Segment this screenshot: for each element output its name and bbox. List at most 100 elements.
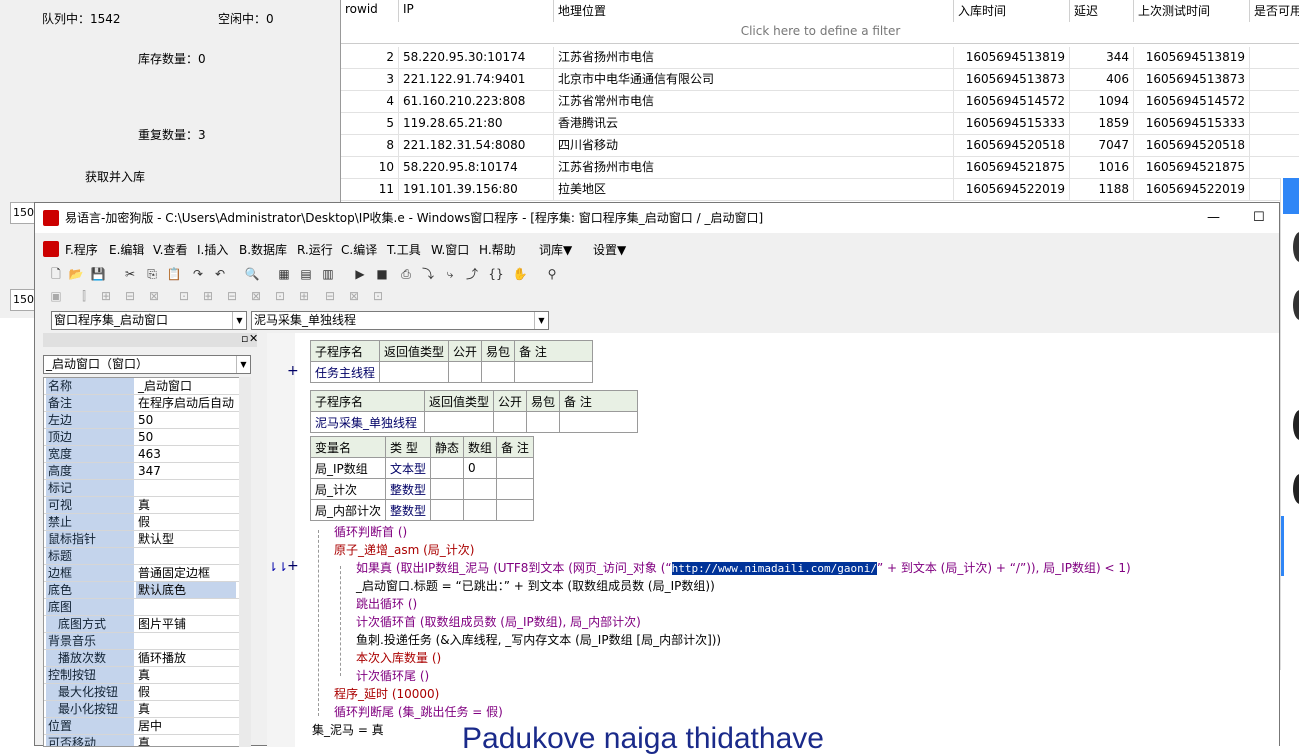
table-row[interactable]: 4 61.160.210.223:808 江苏省常州市电信 1605694514572… (341, 91, 1299, 113)
layout-3-icon[interactable]: ▥ (319, 265, 337, 283)
menu-run[interactable]: R.运行 (297, 241, 333, 258)
property-row[interactable]: 可否移动真 (44, 735, 250, 746)
td[interactable] (463, 499, 498, 521)
property-value[interactable]: 50 (136, 429, 236, 445)
cell-id[interactable]: 11 (341, 179, 399, 201)
td[interactable] (481, 361, 516, 383)
property-row[interactable]: 名称 _启动窗口 (44, 378, 250, 395)
stop-icon[interactable]: ■ (373, 265, 391, 283)
td[interactable] (514, 361, 594, 383)
property-value[interactable] (136, 599, 236, 615)
new-file-icon[interactable]: 🗋 (47, 265, 65, 283)
td[interactable] (430, 457, 465, 479)
cell-id[interactable]: 3 (341, 69, 399, 91)
td[interactable] (463, 478, 498, 500)
property-row[interactable]: 底色 默认底色 (44, 582, 250, 599)
var-name[interactable]: 局_IP数组 (309, 457, 387, 479)
cell-t[interactable]: 1605694513819 (954, 47, 1070, 69)
code-line[interactable]: 原子_递增_asm (局_计次) (334, 541, 474, 558)
table-row[interactable]: 5 119.28.65.21:80 香港腾讯云 1605694515333 1859 16… (341, 113, 1299, 135)
col-location[interactable]: 地理位置 (554, 0, 954, 22)
open-folder-icon[interactable]: 📂 (67, 265, 85, 283)
cell-t[interactable]: 1605694520518 (954, 135, 1070, 157)
align-5-icon[interactable]: ⊠ (145, 287, 163, 305)
avatar[interactable] (1293, 290, 1299, 320)
paste-icon[interactable]: 📋 (165, 265, 183, 283)
redo-icon[interactable]: ↷ (189, 265, 207, 283)
cell-t[interactable]: 1605694521875 (954, 157, 1070, 179)
td[interactable] (379, 361, 450, 383)
braces-icon[interactable]: {} (487, 265, 505, 283)
layout-2-icon[interactable]: ▤ (297, 265, 315, 283)
align-8-icon[interactable]: ⊟ (223, 287, 241, 305)
col-time[interactable]: 入库时间 (954, 0, 1070, 22)
cell-loc[interactable]: 北京市中电华通通信有限公司 (554, 69, 954, 91)
property-row[interactable]: 最小化按钮真 (44, 701, 250, 718)
property-value[interactable]: 居中 (136, 718, 236, 734)
sub-name[interactable]: 泥马采集_单独线程 (310, 411, 425, 433)
table-row[interactable]: 11 191.101.39.156:80 拉美地区 1605694522019 1188… (341, 179, 1299, 201)
property-value[interactable]: 普通固定边框 (136, 565, 236, 581)
cell-t[interactable]: 1605694515333 (954, 113, 1070, 135)
cell-ip[interactable]: 221.182.31.54:8080 (399, 135, 554, 157)
td[interactable] (496, 457, 534, 479)
property-row[interactable]: 播放次数 循环播放 (44, 650, 250, 667)
class-selector[interactable]: 窗口程序集_启动窗口 ▼ (51, 311, 247, 330)
cell-id[interactable]: 4 (341, 91, 399, 113)
property-value[interactable]: 循环播放 (136, 650, 236, 666)
table-row[interactable]: 10 58.220.95.8:10174 江苏省扬州市电信 1605694521875… (341, 157, 1299, 179)
align-4-icon[interactable]: ⊟ (121, 287, 139, 305)
property-value[interactable]: 在程序启动后自动 (136, 395, 236, 411)
align-9-icon[interactable]: ⊠ (247, 287, 265, 305)
td[interactable] (526, 411, 561, 433)
property-value[interactable]: 463 (136, 446, 236, 462)
cell-d[interactable]: 1016 (1070, 157, 1134, 179)
cell-ip[interactable]: 191.101.39.156:80 (399, 179, 554, 201)
cell-ip[interactable]: 58.220.95.8:10174 (399, 157, 554, 179)
step-over-icon[interactable]: ⤷ (441, 265, 459, 283)
code-line[interactable]: _启动窗口.标题 = “已跳出：” + 到文本 (取数组成员数 (局_IP数组)… (356, 577, 715, 594)
property-value[interactable]: 真 (136, 667, 236, 683)
property-row[interactable]: 宽度 463 (44, 446, 250, 463)
undo-icon[interactable]: ↶ (211, 265, 229, 283)
cell-ip[interactable]: 58.220.95.30:10174 (399, 47, 554, 69)
property-row[interactable]: 备注 在程序启动后自动 (44, 395, 250, 412)
cell-id[interactable]: 8 (341, 135, 399, 157)
code-line[interactable]: 循环判断尾 (集_跳出任务 = 假) (334, 703, 503, 720)
close-icon[interactable]: ✕ (249, 332, 258, 345)
property-row[interactable]: 边框 普通固定边框 (44, 565, 250, 582)
property-value[interactable]: 默认底色 (136, 582, 236, 598)
align-13-icon[interactable]: ⊠ (345, 287, 363, 305)
property-row[interactable]: 标题 (44, 548, 250, 565)
maximize-button[interactable]: ☐ (1253, 203, 1265, 233)
cell-ip[interactable]: 221.122.91.74:9401 (399, 69, 554, 91)
cell-d[interactable]: 1859 (1070, 113, 1134, 135)
copy-icon[interactable]: ⎘ (143, 265, 161, 283)
code-line[interactable]: 鱼刺.投递任务 (&入库线程, _写内存文本 (局_IP数组 [局_内部计次])… (356, 631, 721, 648)
menu-window[interactable]: W.窗口 (431, 241, 469, 258)
align-10-icon[interactable]: ⊡ (271, 287, 289, 305)
panel-tab[interactable] (1283, 178, 1299, 214)
property-value[interactable]: 默认型 (136, 531, 236, 547)
td[interactable]: 0 (463, 457, 498, 479)
align-12-icon[interactable]: ⊟ (321, 287, 339, 305)
td[interactable] (448, 361, 483, 383)
menu-compile[interactable]: C.编译 (341, 241, 377, 258)
property-row[interactable]: 高度 347 (44, 463, 250, 480)
property-value[interactable]: 347 (136, 463, 236, 479)
menu-program[interactable]: F.程序 (65, 241, 98, 258)
pin-icon[interactable]: ▫ (241, 332, 248, 345)
cell-t[interactable]: 1605694513873 (954, 69, 1070, 91)
align-3-icon[interactable]: ⊞ (97, 287, 115, 305)
menu-settings[interactable]: 设置▼ (593, 241, 626, 258)
code-line[interactable]: 跳出循环 () (356, 595, 417, 612)
cell-loc[interactable]: 江苏省常州市电信 (554, 91, 954, 113)
code-line[interactable]: 集_泥马 = 真 (312, 721, 384, 738)
menu-help[interactable]: H.帮助 (479, 241, 516, 258)
col-rowid[interactable]: rowid (341, 0, 399, 22)
property-value[interactable]: 假 (136, 514, 236, 530)
cell-lt[interactable]: 1605694513819 (1134, 47, 1250, 69)
cell-t[interactable]: 1605694522019 (954, 179, 1070, 201)
breakpoint-icon[interactable]: ⇂⇂ (268, 560, 288, 574)
property-value[interactable] (136, 548, 236, 564)
